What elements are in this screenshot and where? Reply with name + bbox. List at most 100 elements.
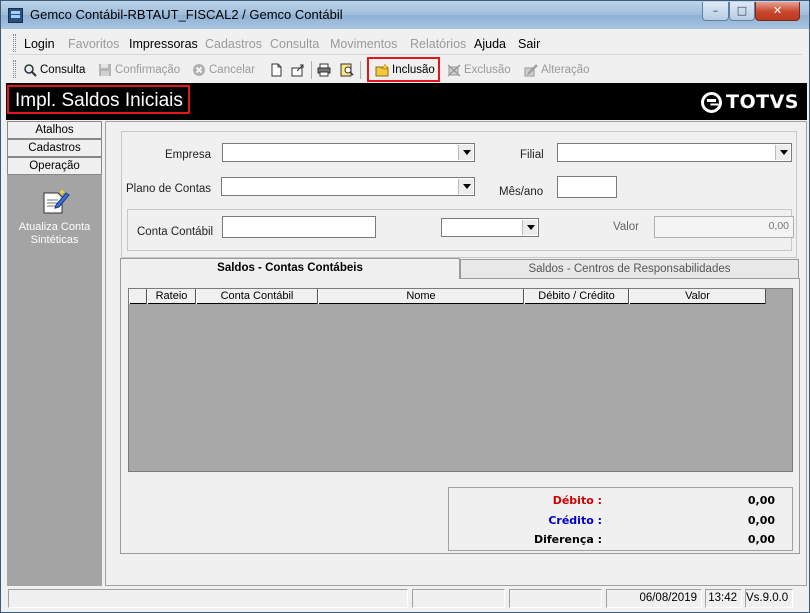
menu-bar: Login Favoritos Impressoras Cadastros Co… [9, 31, 802, 55]
title-highlight [7, 85, 190, 114]
print-button[interactable] [317, 61, 331, 79]
debito-total-label: Débito : [552, 494, 602, 507]
status-version: Vs.9.0.0 [745, 589, 793, 608]
totvs-logo-icon [701, 91, 723, 113]
status-panel-3 [509, 589, 602, 608]
status-date: 06/08/2019 [606, 589, 702, 608]
filial-label: Filial [520, 149, 544, 161]
mesano-input[interactable] [557, 176, 617, 198]
tab-content: Rateio Conta Contábil Nome Débito / Créd… [120, 278, 800, 554]
grid-header-debito-credito[interactable]: Débito / Crédito [524, 289, 629, 304]
alteracao-label: Alteração [541, 64, 590, 76]
grid-header-selector [129, 289, 147, 304]
cancelar-label: Cancelar [209, 64, 256, 76]
toolbar: Consulta Confirmação Cancelar Inclusão E… [9, 57, 802, 82]
grid-header-conta[interactable]: Conta Contábil [196, 289, 318, 304]
totvs-logo: TOTVS [701, 91, 799, 113]
new-document-icon [269, 63, 283, 77]
atualiza-conta-label: Atualiza Conta Sintéticas [18, 221, 91, 246]
consulta-button[interactable]: Consulta [23, 61, 85, 79]
exclusao-button[interactable]: Exclusão [447, 61, 511, 79]
status-time: 13:42 [705, 589, 742, 608]
plano-label: Plano de Contas [126, 183, 212, 195]
tab-saldos-contas[interactable]: Saldos - Contas Contábeis [120, 258, 460, 279]
printer-icon [317, 63, 331, 77]
document-pen-icon [40, 187, 70, 217]
save-icon [98, 63, 112, 77]
minimize-button[interactable]: – [702, 2, 729, 21]
grid-header-rateio[interactable]: Rateio [147, 289, 196, 304]
filial-combo[interactable] [557, 143, 792, 162]
edit-icon [524, 63, 538, 77]
menu-relatorios[interactable]: Relatórios [410, 37, 466, 51]
print-preview-icon [340, 63, 354, 77]
export-button[interactable] [291, 61, 305, 79]
conta-panel: Conta Contábil Valor 0,00 [127, 209, 794, 251]
cancelar-button[interactable]: Cancelar [192, 61, 255, 79]
status-panel-2 [412, 589, 505, 608]
menu-sair[interactable]: Sair [518, 37, 540, 51]
chevron-down-icon[interactable] [775, 145, 790, 160]
menu-login[interactable]: Login [24, 37, 55, 51]
grid-header: Rateio Conta Contábil Nome Débito / Créd… [129, 289, 766, 304]
menu-impressoras[interactable]: Impressoras [129, 37, 198, 51]
debito-credito-combo[interactable] [441, 218, 539, 237]
credito-total-label: Crédito : [548, 514, 602, 527]
new-document-button[interactable] [269, 61, 283, 79]
credito-total-value: 0,00 [747, 514, 775, 527]
menu-movimentos[interactable]: Movimentos [330, 37, 397, 51]
grid-header-valor[interactable]: Valor [629, 289, 766, 304]
menu-ajuda[interactable]: Ajuda [474, 37, 506, 51]
cancel-icon [192, 63, 206, 77]
sidebar-atalhos[interactable]: Atalhos [7, 121, 102, 139]
main-panel: Empresa Filial Plano de Contas Mês/ano C… [105, 121, 807, 586]
app-window: Gemco Contábil-RBTAUT_FISCAL2 / Gemco Co… [0, 0, 810, 613]
status-panel-1 [8, 589, 408, 608]
plano-combo[interactable] [221, 177, 475, 196]
magnifier-icon [23, 63, 37, 77]
exclusao-label: Exclusão [464, 64, 511, 76]
confirmacao-button[interactable]: Confirmação [98, 61, 180, 79]
empresa-label: Empresa [165, 149, 212, 161]
valor-input[interactable]: 0,00 [654, 216, 794, 238]
menu-cadastros[interactable]: Cadastros [205, 37, 262, 51]
conta-input[interactable] [222, 216, 376, 238]
totals-panel: Débito : 0,00 Crédito : 0,00 Diferença :… [448, 487, 793, 551]
close-button[interactable]: ✕ [755, 2, 800, 21]
mesano-label: Mês/ano [499, 186, 544, 198]
saldos-grid[interactable]: Rateio Conta Contábil Nome Débito / Créd… [128, 288, 793, 472]
confirmacao-label: Confirmação [115, 64, 181, 76]
maximize-button[interactable]: □ [729, 2, 755, 21]
sidebar-operacao[interactable]: Operação [7, 157, 102, 175]
menu-grip [13, 34, 16, 52]
totvs-logo-text: TOTVS [726, 91, 799, 113]
export-icon [291, 63, 305, 77]
conta-label: Conta Contábil [137, 226, 214, 238]
chevron-down-icon[interactable] [458, 145, 473, 160]
diferenca-total-value: 0,00 [747, 533, 775, 546]
empresa-combo[interactable] [222, 143, 475, 162]
diferenca-total-label: Diferença : [533, 533, 602, 546]
sidebar: Atalhos Cadastros Operação Atualiza Cont… [7, 121, 102, 586]
tab-saldos-centros[interactable]: Saldos - Centros de Responsabilidades [460, 259, 799, 280]
debito-total-value: 0,00 [747, 494, 775, 507]
app-icon [8, 8, 23, 23]
delete-icon [447, 63, 461, 77]
toolbar-grip [13, 60, 16, 78]
alteracao-button[interactable]: Alteração [524, 61, 590, 79]
menu-consulta[interactable]: Consulta [270, 37, 319, 51]
status-bar: 06/08/2019 13:42 Vs.9.0.0 [6, 589, 807, 609]
consulta-label: Consulta [40, 64, 86, 76]
inclusao-highlight [367, 57, 440, 82]
filter-panel: Empresa Filial Plano de Contas Mês/ano C… [121, 131, 797, 258]
chevron-down-icon[interactable] [522, 220, 537, 235]
print-preview-button[interactable] [340, 61, 354, 79]
menu-favoritos[interactable]: Favoritos [68, 37, 119, 51]
title-bar: Gemco Contábil-RBTAUT_FISCAL2 / Gemco Co… [1, 1, 809, 29]
atualiza-conta-tool[interactable]: Atualiza Conta Sintéticas [7, 187, 102, 247]
chevron-down-icon[interactable] [458, 179, 473, 194]
valor-label: Valor [613, 221, 639, 233]
sidebar-cadastros[interactable]: Cadastros [7, 139, 102, 157]
window-title: Gemco Contábil-RBTAUT_FISCAL2 / Gemco Co… [30, 7, 343, 22]
grid-header-nome[interactable]: Nome [318, 289, 524, 304]
